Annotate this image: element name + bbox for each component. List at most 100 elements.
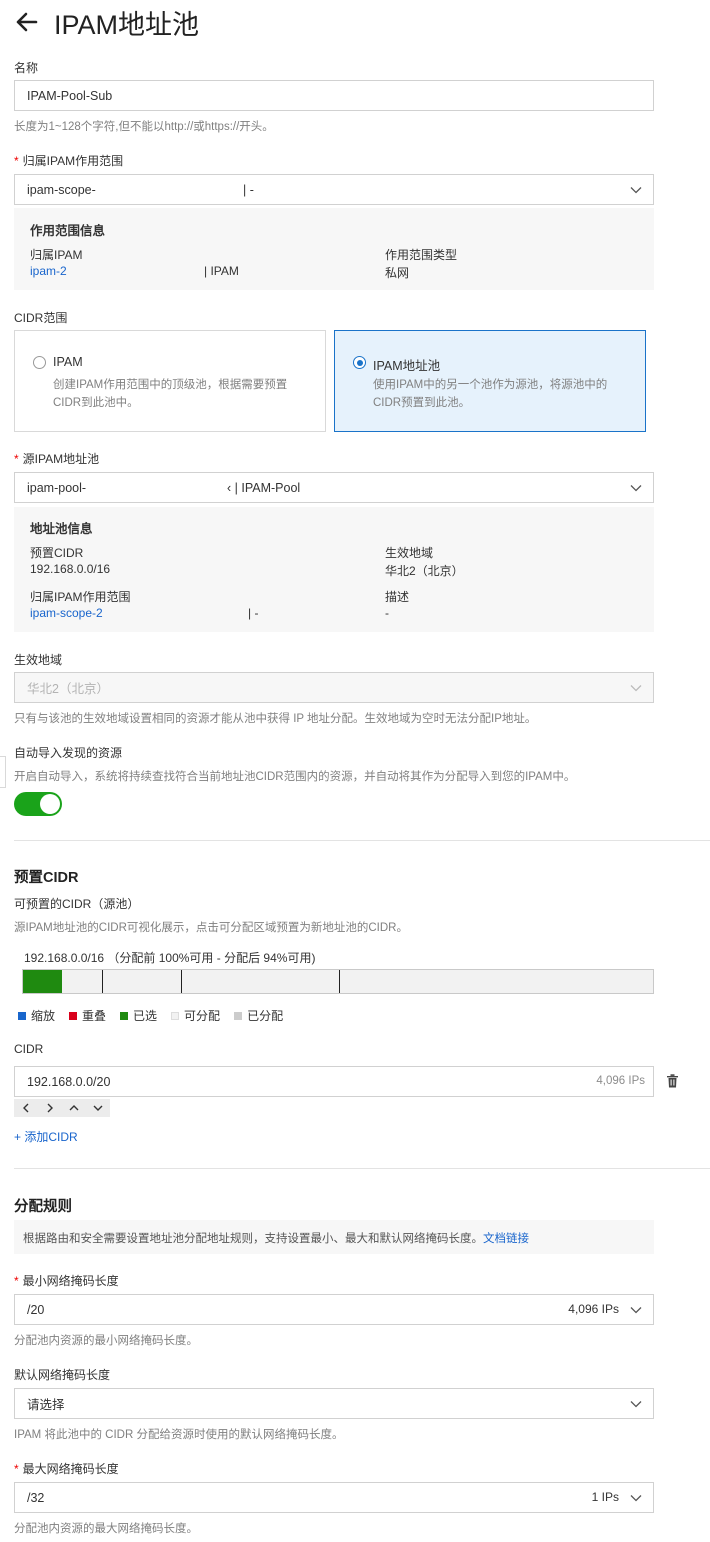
- min-mask-ips: 4,096 IPs: [568, 1302, 619, 1316]
- region-select-value: 华北2（北京）: [27, 682, 109, 696]
- max-mask-label: * 最大网络掩码长度: [14, 1460, 119, 1477]
- required-mark: *: [14, 154, 19, 168]
- preset-cidr-help: 源IPAM地址池的CIDR可视化展示，点击可分配区域预置为新地址池的CIDR。: [14, 922, 408, 934]
- auto-import-help: 开启自动导入，系统将持续查找符合当前地址池CIDR范围内的资源，并自动将其作为分…: [14, 771, 576, 783]
- legend-swatch: [120, 1011, 129, 1020]
- source-pool-suffix: ‹ | IPAM-Pool: [227, 480, 301, 495]
- cidr-allocation-bar[interactable]: [22, 969, 654, 994]
- legend-label: 已分配: [247, 1009, 284, 1023]
- cidr-stepper: [14, 1099, 110, 1117]
- source-pool-value: ipam-pool-: [27, 480, 87, 495]
- ipam-link[interactable]: ipam-2: [30, 264, 67, 278]
- cidr-bar-divider: [181, 970, 182, 993]
- alloc-notice-text: 根据路由和安全需要设置地址池分配地址规则，支持设置最小、最大和默认网络掩码长度。: [23, 1233, 483, 1245]
- ipam-value-suffix: | IPAM: [204, 264, 239, 278]
- back-arrow-icon[interactable]: [14, 9, 40, 35]
- legend-label: 已选: [133, 1009, 158, 1023]
- pool-desc-label: 描述: [385, 590, 410, 604]
- legend-swatch: [69, 1011, 78, 1020]
- legend-item-zoom: 缩放: [18, 1007, 55, 1024]
- chevron-down-icon: [630, 685, 642, 692]
- chevron-down-icon[interactable]: [92, 1102, 104, 1114]
- pool-region-value: 华北2（北京）: [385, 564, 464, 578]
- min-mask-label: * 最小网络掩码长度: [14, 1272, 119, 1289]
- scope-info-box: 作用范围信息 归属IPAM ipam-2 | IPAM 作用范围类型 私网: [14, 208, 654, 290]
- scope-type-value: 私网: [385, 266, 410, 280]
- legend-swatch: [18, 1011, 26, 1020]
- legend-item-allocated: 已分配: [234, 1007, 283, 1024]
- cidr-scope-label: CIDR范围: [14, 311, 68, 325]
- cidr-bar-divider: [102, 970, 103, 993]
- max-mask-help: 分配池内资源的最大网络掩码长度。: [14, 1523, 198, 1535]
- name-input[interactable]: IPAM-Pool-Sub: [14, 80, 654, 111]
- doc-link[interactable]: 文档链接: [483, 1233, 529, 1245]
- cidr-legend: 缩放 重叠 已选 可分配 已分配: [18, 1007, 283, 1024]
- scope-label-text: 归属IPAM作用范围: [22, 154, 124, 168]
- scope-type-label: 作用范围类型: [385, 248, 458, 262]
- default-mask-help: IPAM 将此池中的 CIDR 分配给资源时使用的默认网络掩码长度。: [14, 1429, 344, 1441]
- required-mark: *: [14, 1462, 19, 1476]
- min-mask-label-text: 最小网络掩码长度: [22, 1274, 119, 1288]
- required-mark: *: [14, 1274, 19, 1288]
- chevron-down-icon: [630, 1401, 642, 1408]
- pool-desc-value: -: [385, 606, 389, 620]
- max-mask-label-text: 最大网络掩码长度: [22, 1462, 119, 1476]
- section-divider: [14, 1168, 710, 1169]
- cidr-ip-count: 4,096 IPs: [596, 1075, 645, 1087]
- radio-unselected[interactable]: [33, 356, 46, 369]
- legend-item-selected: 已选: [120, 1007, 157, 1024]
- scope-select-value: ipam-scope-: [27, 182, 96, 197]
- chevron-down-icon: [630, 1307, 642, 1314]
- page-header: IPAM地址池: [14, 2, 199, 42]
- legend-label: 重叠: [82, 1009, 107, 1023]
- section-divider: [14, 840, 710, 841]
- chevron-left-icon[interactable]: [20, 1102, 32, 1114]
- chevron-up-icon[interactable]: [68, 1102, 80, 1114]
- legend-label: 缩放: [31, 1009, 56, 1023]
- cidr-option-pool[interactable]: IPAM地址池 使用IPAM中的另一个池作为源池，将源池中的CIDR预置到此池。: [334, 330, 646, 432]
- cidr-bar-label: 192.168.0.0/16 （分配前 100%可用 - 分配后 94%可用): [24, 951, 316, 965]
- cidr-option-title: IPAM地址池: [373, 359, 441, 373]
- max-mask-ips: 1 IPs: [591, 1490, 619, 1504]
- scope-select[interactable]: ipam-scope- | -: [14, 174, 654, 205]
- cidr-option-ipam[interactable]: IPAM 创建IPAM作用范围中的顶级池，根据需要预置CIDR到此池中。: [14, 330, 326, 432]
- pool-region-label: 生效地域: [385, 546, 434, 560]
- chevron-right-icon[interactable]: [44, 1102, 56, 1114]
- side-drawer-handle[interactable]: [0, 756, 6, 788]
- cidr-option-title: IPAM: [53, 355, 83, 369]
- cidr-input-value: 192.168.0.0/20: [27, 1074, 111, 1089]
- region-select: 华北2（北京）: [14, 672, 654, 703]
- source-pool-label-text: 源IPAM地址池: [22, 452, 100, 466]
- cidr-bar-selected-segment[interactable]: [23, 970, 62, 993]
- legend-item-overlap: 重叠: [69, 1007, 106, 1024]
- auto-import-toggle[interactable]: [14, 792, 62, 816]
- page-title: IPAM地址池: [54, 9, 200, 40]
- cidr-option-desc: 创建IPAM作用范围中的顶级池，根据需要预置CIDR到此池中。: [53, 379, 288, 409]
- min-mask-select[interactable]: /20 4,096 IPs: [14, 1294, 654, 1325]
- name-input-value: IPAM-Pool-Sub: [27, 88, 113, 103]
- min-mask-help: 分配池内资源的最小网络掩码长度。: [14, 1335, 198, 1347]
- max-mask-select[interactable]: /32 1 IPs: [14, 1482, 654, 1513]
- preset-cidr-value: 192.168.0.0/16: [30, 562, 111, 576]
- chevron-down-icon: [630, 1495, 642, 1502]
- cidr-input[interactable]: 192.168.0.0/20 4,096 IPs: [14, 1066, 654, 1097]
- pool-scope-suffix: | -: [248, 606, 259, 620]
- pool-scope-link[interactable]: ipam-scope-2: [30, 606, 103, 620]
- max-mask-value: /32: [27, 1490, 45, 1505]
- pool-info-title: 地址池信息: [30, 522, 93, 536]
- preset-cidr-section-title: 预置CIDR: [14, 870, 79, 886]
- required-mark: *: [14, 452, 19, 466]
- source-pool-label: * 源IPAM地址池: [14, 450, 99, 467]
- region-label: 生效地域: [14, 653, 63, 667]
- add-cidr-link[interactable]: + 添加CIDR: [14, 1128, 78, 1145]
- source-pool-select[interactable]: ipam-pool- ‹ | IPAM-Pool: [14, 472, 654, 503]
- min-mask-value: /20: [27, 1302, 45, 1317]
- default-mask-select[interactable]: 请选择: [14, 1388, 654, 1419]
- trash-icon[interactable]: [666, 1074, 679, 1088]
- name-label: 名称: [14, 61, 39, 75]
- preset-cidr-label: 预置CIDR: [30, 546, 84, 560]
- preset-cidr-subtitle: 可预置的CIDR（源池）: [14, 897, 140, 911]
- cidr-bar-divider: [339, 970, 340, 993]
- radio-selected[interactable]: [353, 356, 366, 369]
- toggle-knob: [40, 794, 60, 814]
